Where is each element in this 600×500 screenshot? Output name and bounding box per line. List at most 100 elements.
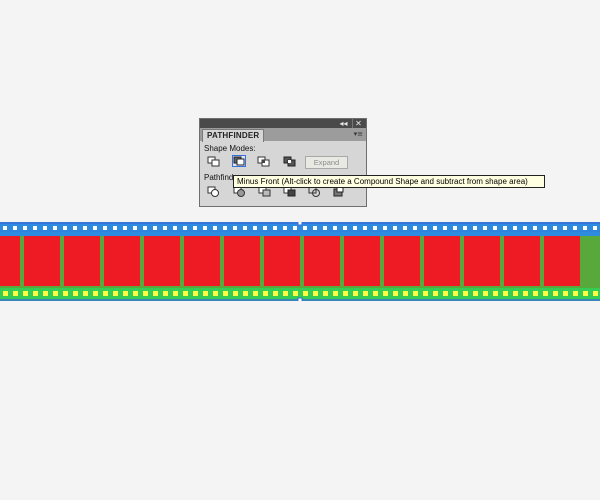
top-perforation <box>143 226 147 230</box>
top-perforation <box>493 226 497 230</box>
bottom-perforation <box>593 291 598 296</box>
bottom-perforation <box>283 291 288 296</box>
bottom-perforation <box>583 291 588 296</box>
top-perforation <box>183 226 187 230</box>
top-perforation <box>153 226 157 230</box>
top-perforation <box>503 226 507 230</box>
bottom-perforation <box>473 291 478 296</box>
bottom-perforation <box>123 291 128 296</box>
top-perforation <box>73 226 77 230</box>
bottom-perforation <box>63 291 68 296</box>
bottom-perforation <box>433 291 438 296</box>
top-perforation <box>173 226 177 230</box>
film-frame <box>464 236 500 286</box>
film-frame <box>384 236 420 286</box>
top-perforation <box>363 226 367 230</box>
top-perforation <box>583 226 587 230</box>
top-perforation <box>133 226 137 230</box>
top-perforation <box>523 226 527 230</box>
top-perforation <box>423 226 427 230</box>
top-perforation <box>513 226 517 230</box>
bottom-perforation <box>573 291 578 296</box>
film-frame <box>344 236 380 286</box>
bottom-perforation <box>303 291 308 296</box>
panel-title-bar[interactable]: ◂◂ ✕ <box>200 119 366 128</box>
top-perforation <box>393 226 397 230</box>
bottom-perforation <box>563 291 568 296</box>
bottom-perforation <box>443 291 448 296</box>
bottom-perforation <box>463 291 468 296</box>
panel-menu-icon[interactable]: ▾≡ <box>354 130 363 139</box>
bottom-perforation <box>163 291 168 296</box>
top-perforation <box>3 226 7 230</box>
top-perforation <box>353 226 357 230</box>
bottom-perforation <box>273 291 278 296</box>
top-perforation <box>533 226 537 230</box>
top-perforation <box>193 226 197 230</box>
bottom-perforation <box>223 291 228 296</box>
bottom-perforation <box>233 291 238 296</box>
film-strip-artwork[interactable] <box>0 222 600 301</box>
bottom-perforation <box>143 291 148 296</box>
bottom-perforation <box>103 291 108 296</box>
film-frame <box>144 236 180 286</box>
bottom-perforation <box>83 291 88 296</box>
top-perforation <box>433 226 437 230</box>
bottom-perforation <box>203 291 208 296</box>
bottom-perforation <box>293 291 298 296</box>
tab-pathfinder[interactable]: PATHFINDER <box>202 129 265 142</box>
top-perforation <box>413 226 417 230</box>
top-perforation <box>43 226 47 230</box>
close-panel-button[interactable]: ✕ <box>352 119 364 128</box>
top-perforation <box>243 226 247 230</box>
bottom-perforation <box>553 291 558 296</box>
bottom-perforation <box>193 291 198 296</box>
divide-icon[interactable] <box>207 186 221 198</box>
top-perforation <box>123 226 127 230</box>
top-perforation <box>313 226 317 230</box>
top-perforation <box>333 226 337 230</box>
shape-modes-label: Shape Modes: <box>204 144 256 153</box>
bottom-perforation <box>73 291 78 296</box>
bottom-perforation <box>263 291 268 296</box>
bottom-perforation <box>363 291 368 296</box>
expand-button[interactable]: Expand <box>305 156 348 169</box>
bottom-perforation <box>173 291 178 296</box>
top-perforation <box>33 226 37 230</box>
top-perforation <box>163 226 167 230</box>
top-perforation <box>553 226 557 230</box>
bottom-perforation <box>423 291 428 296</box>
top-perforation <box>53 226 57 230</box>
bottom-perforation <box>323 291 328 296</box>
exclude-icon[interactable] <box>283 156 297 168</box>
minus-front-tooltip: Minus Front (Alt-click to create a Compo… <box>233 175 545 188</box>
bottom-perforation <box>393 291 398 296</box>
top-perforation <box>273 226 277 230</box>
top-perforation <box>63 226 67 230</box>
unite-icon[interactable] <box>207 156 221 168</box>
top-perforation <box>383 226 387 230</box>
intersect-icon[interactable] <box>257 156 271 168</box>
bottom-perforation <box>353 291 358 296</box>
top-perforation <box>253 226 257 230</box>
top-perforation <box>103 226 107 230</box>
top-perforation <box>463 226 467 230</box>
film-frame <box>24 236 60 286</box>
top-perforation <box>593 226 597 230</box>
top-perforation <box>303 226 307 230</box>
film-frame <box>104 236 140 286</box>
bottom-perforation <box>533 291 538 296</box>
minus-front-icon[interactable] <box>232 155 246 167</box>
bottom-perforation <box>413 291 418 296</box>
bottom-perforation <box>13 291 18 296</box>
collapse-panel-button[interactable]: ◂◂ <box>338 119 349 128</box>
top-perforation <box>83 226 87 230</box>
top-perforation <box>343 226 347 230</box>
bottom-perforation <box>313 291 318 296</box>
panel-tab-row: PATHFINDER ▾≡ <box>200 128 366 142</box>
selection-handle-top <box>297 222 303 226</box>
top-perforation <box>263 226 267 230</box>
bottom-perforation <box>93 291 98 296</box>
film-frame <box>224 236 260 286</box>
bottom-perforation <box>153 291 158 296</box>
